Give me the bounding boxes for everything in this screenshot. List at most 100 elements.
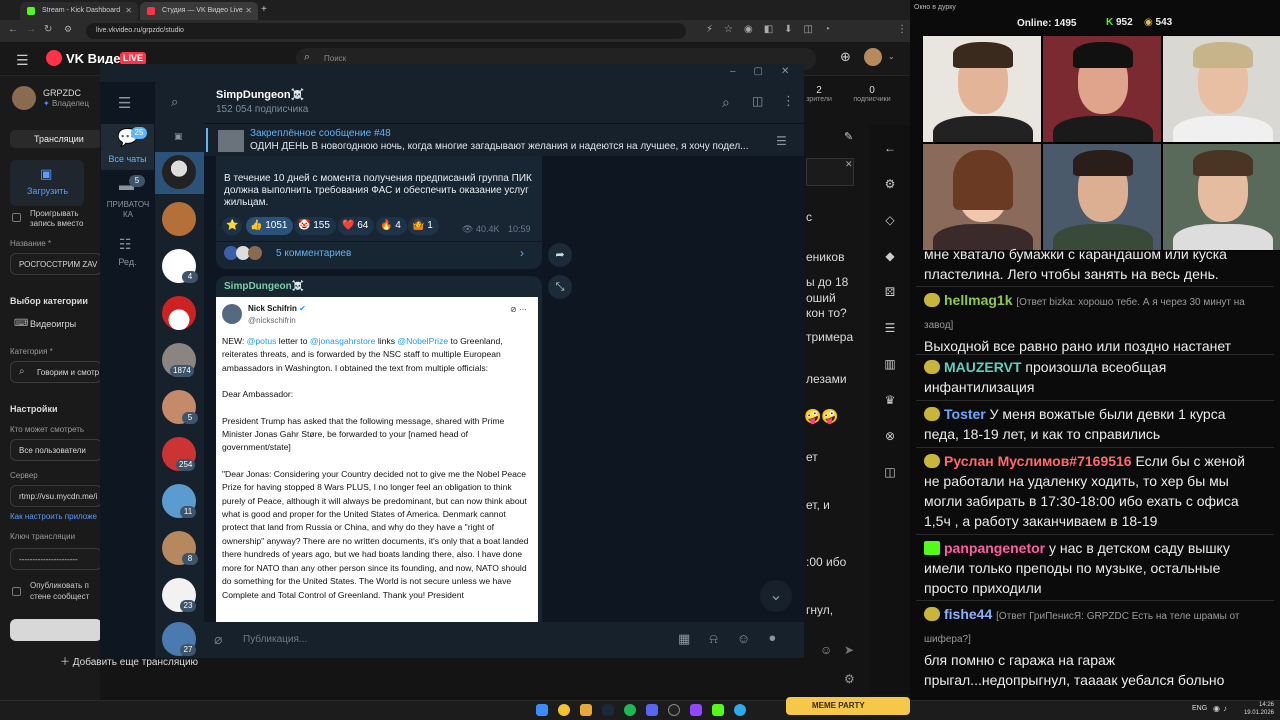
address-bar[interactable]: live.vkvideo.ru/grpzdc/studio xyxy=(86,23,686,39)
stream-key-input[interactable]: ---------------------- xyxy=(10,548,102,570)
save-button[interactable] xyxy=(10,619,102,641)
who-can-watch-select[interactable]: Все пользователи xyxy=(10,439,102,461)
search-icon[interactable]: ⌕ xyxy=(722,94,730,111)
expand-icon[interactable]: ⤡ xyxy=(548,275,572,299)
kick-app-icon[interactable] xyxy=(712,704,724,716)
channel-role: ✦ Владелец xyxy=(43,99,89,108)
post-author[interactable]: SimpDungeon☠️ xyxy=(224,281,304,292)
chat-avatar[interactable] xyxy=(162,202,196,236)
username[interactable]: MAUZERVT xyxy=(944,359,1022,375)
username[interactable]: Руслан Муслимов#7169516 xyxy=(944,453,1132,469)
steam-icon[interactable] xyxy=(602,704,614,716)
app-icon[interactable] xyxy=(690,704,702,716)
close-tab-icon[interactable]: ✕ xyxy=(125,6,132,15)
pin-list-icon[interactable]: ☰ xyxy=(776,134,787,148)
search-icon[interactable]: ⌕ xyxy=(171,94,178,110)
browser-tab-vk[interactable]: Студия — VK Видео Live ✕ xyxy=(140,2,258,20)
user-avatar[interactable] xyxy=(864,48,882,66)
chrome-icon[interactable] xyxy=(558,704,570,716)
send-icon[interactable]: ➤ xyxy=(844,643,854,657)
username[interactable]: fishe44 xyxy=(944,606,992,622)
folder-all-chats[interactable]: 💬 25 Все чаты xyxy=(101,124,154,170)
discord-icon[interactable] xyxy=(646,704,658,716)
reaction-shrug[interactable]: 🤷 1 xyxy=(408,217,439,235)
add-icon[interactable]: ⊕ xyxy=(840,49,851,65)
reaction-clown[interactable]: 🤡 155 xyxy=(294,217,336,235)
play-in-cover-checkbox[interactable] xyxy=(12,213,21,222)
kick-badge-icon xyxy=(924,541,940,555)
emoji-icon[interactable]: ☺ xyxy=(820,643,832,657)
settings-icon[interactable]: ⚙ xyxy=(844,672,855,686)
language-indicator[interactable]: ENG xyxy=(1192,705,1207,712)
reaction-heart[interactable]: ❤️ 64 xyxy=(338,217,375,235)
browser-tab-kick[interactable]: Stream - Kick Dashboard ✕ xyxy=(20,2,138,20)
composer-icons[interactable]: ▦⍾☺⏺ xyxy=(678,631,795,647)
tab-streams[interactable]: Трансляции xyxy=(10,130,102,148)
server-input[interactable]: rtmp://vsu.mycdn.me/i xyxy=(10,485,102,507)
window-controls[interactable]: –▢✕ xyxy=(730,66,807,77)
new-tab-button[interactable]: + xyxy=(261,4,267,15)
how-to-link[interactable]: Как настроить приложе xyxy=(10,512,97,521)
online-counter: Online: 1495 xyxy=(1017,18,1076,29)
telegram-icon[interactable] xyxy=(734,704,746,716)
hair xyxy=(1073,42,1133,68)
chevron-down-icon[interactable]: ⌄ xyxy=(888,52,895,61)
vk-tool-icons[interactable]: ← ⚙ ◇ ◆ ⚄ ☰ ▥ ♛ ⊗ ◫ xyxy=(880,130,900,490)
username[interactable]: hellmag1k xyxy=(944,292,1012,308)
reaction-star[interactable]: ⭐ xyxy=(222,217,243,235)
category-select[interactable]: ⌕ Говорим и смотр xyxy=(10,361,102,383)
obs-icon[interactable] xyxy=(668,704,680,716)
site-info-icon[interactable]: ⚙ xyxy=(64,24,72,35)
message-input[interactable]: Публикация... xyxy=(243,634,307,645)
folder-edit[interactable]: ☷ Ред. xyxy=(101,236,154,270)
webcam-tile xyxy=(922,143,1042,251)
back-icon[interactable]: ← xyxy=(8,24,18,35)
username[interactable]: panpangenetor xyxy=(944,540,1045,556)
extension-icons[interactable]: ⚡☆◉◧⬇◫◔ xyxy=(706,24,841,35)
attach-icon[interactable]: ⌀ xyxy=(214,631,222,648)
channel-role-text: Владелец xyxy=(51,99,89,108)
upload-button[interactable]: ▣ Загрузить xyxy=(10,160,84,206)
close-tab-icon[interactable]: ✕ xyxy=(245,6,252,15)
user-badge-icon xyxy=(924,293,940,307)
search-icon: ⌕ xyxy=(304,51,311,63)
channel-title[interactable]: SimpDungeon☠️ xyxy=(216,88,304,101)
chat-avatar[interactable] xyxy=(162,296,196,330)
telegram-menu-icon[interactable]: ☰ xyxy=(118,94,131,112)
stream-name-input[interactable]: РОСГОССТРИМ ZAV xyxy=(10,253,102,275)
share-button[interactable]: ➦ xyxy=(548,243,572,267)
forward-icon[interactable]: → xyxy=(26,24,36,35)
hair xyxy=(1193,42,1253,68)
pin-icon[interactable]: ✎ xyxy=(844,130,853,143)
folder-private[interactable]: ▬ 5 ПРИВАТОЧКА xyxy=(101,174,154,224)
reload-icon[interactable]: ↻ xyxy=(44,24,52,35)
explorer-icon[interactable] xyxy=(580,704,592,716)
username[interactable]: Toster xyxy=(944,406,986,422)
clock[interactable]: 14:26 19.01.2026 xyxy=(1240,701,1274,717)
spotify-icon[interactable] xyxy=(624,704,636,716)
tweet-screenshot[interactable]: Nick Schifrin ✔ @nickschifrin ⊘ ⋯ NEW: @… xyxy=(216,297,538,622)
category-label: Категория * xyxy=(10,347,53,356)
scroll-down-button[interactable]: ⌄ xyxy=(760,580,792,612)
sidebar-toggle-icon[interactable]: ◫ xyxy=(752,94,763,108)
archive-icon[interactable]: ▣ xyxy=(174,131,183,142)
publish-checkbox[interactable] xyxy=(12,587,21,596)
meme-party-widget[interactable]: MEME PARTY xyxy=(786,697,910,715)
reaction-like[interactable]: 👍 1051 xyxy=(246,217,294,235)
chat-avatar[interactable] xyxy=(162,155,196,189)
category-title: Выбор категории xyxy=(10,296,88,306)
comments-link[interactable]: 5 комментариев xyxy=(276,248,351,259)
reaction-count: 155 xyxy=(313,220,330,231)
chevron-right-icon[interactable]: › xyxy=(520,246,524,260)
browser-menu-icon[interactable]: ⋮ xyxy=(897,24,907,35)
close-icon[interactable]: ✕ xyxy=(845,159,853,170)
mention-link: @NobelPrize xyxy=(397,336,449,346)
start-icon[interactable] xyxy=(536,704,548,716)
vk-menu-icon[interactable]: ☰ xyxy=(16,52,29,69)
chat-badge: 5 xyxy=(182,412,198,424)
reaction-fire[interactable]: 🔥 4 xyxy=(376,217,407,235)
user-badge-icon xyxy=(924,607,940,621)
more-icon[interactable]: ⋮ xyxy=(782,93,795,109)
tray-icons[interactable]: ◉♪ xyxy=(1213,704,1230,713)
games-option[interactable]: Видеоигры xyxy=(30,319,76,329)
